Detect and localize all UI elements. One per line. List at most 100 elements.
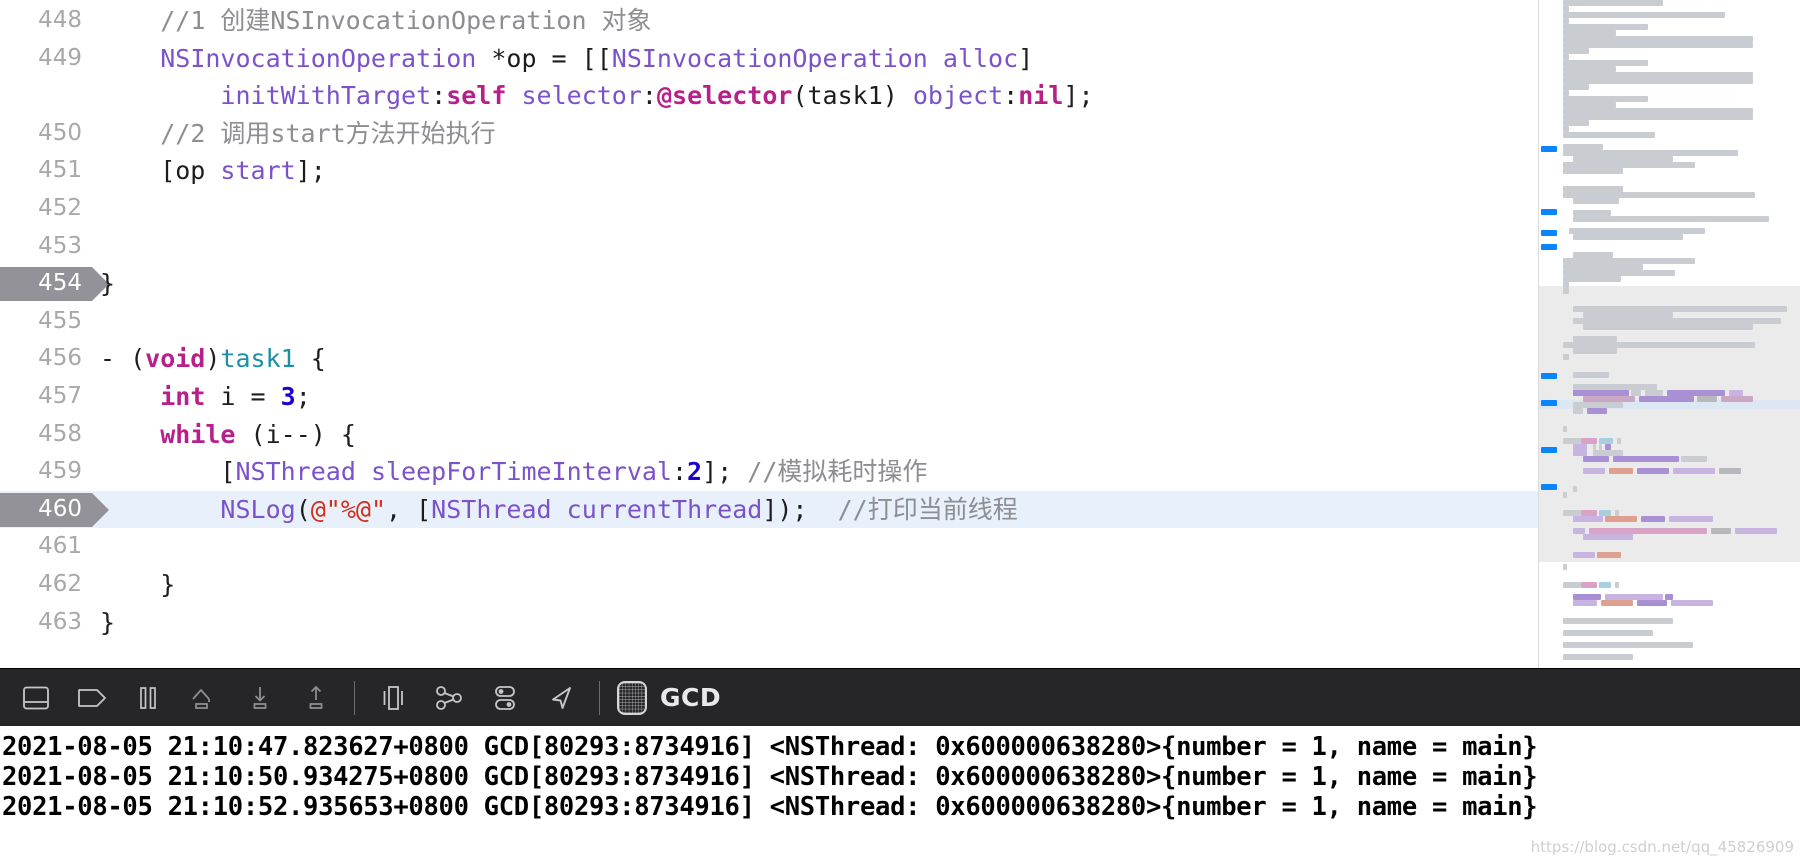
code-line[interactable]: 453 <box>0 228 1538 266</box>
minimap-line-bar <box>1573 234 1683 240</box>
code-token: ]; <box>295 156 326 186</box>
line-number[interactable]: 461 <box>0 528 92 566</box>
line-number[interactable]: 450 <box>0 115 92 153</box>
line-number[interactable]: 463 <box>0 604 92 642</box>
code-token: { <box>295 344 326 374</box>
code-token: (task1) <box>792 81 913 111</box>
source-code-pane[interactable]: 448 //1 创建NSInvocationOperation 对象 449 NS… <box>0 0 1538 668</box>
step-out-icon <box>302 683 330 713</box>
code-token: ]); <box>762 494 838 524</box>
code-token: } <box>100 607 116 637</box>
minimap-line-bar <box>1573 600 1597 606</box>
simulate-location-button[interactable] <box>533 670 589 726</box>
code-line[interactable]: 457 int i = 3; <box>0 378 1538 416</box>
line-number[interactable]: 452 <box>0 190 92 228</box>
code-line[interactable]: 463} <box>0 604 1538 642</box>
editor-minimap[interactable] <box>1538 0 1800 668</box>
code-line[interactable]: 452 <box>0 190 1538 228</box>
minimap-line-bar <box>1721 396 1753 402</box>
code-line[interactable]: 458 while (i--) { <box>0 416 1538 454</box>
breakpoints-toggle-button[interactable] <box>64 670 120 726</box>
code-token: : <box>671 457 688 487</box>
line-number[interactable]: 459 <box>0 453 92 491</box>
minimap-breakpoint-marker[interactable] <box>1541 400 1557 406</box>
line-number[interactable]: 458 <box>0 416 92 454</box>
line-number[interactable]: 456 <box>0 340 92 378</box>
breakpoint-tag-icon <box>75 683 109 713</box>
hide-debug-area-button[interactable] <box>8 670 64 726</box>
code-line[interactable]: 448 //1 创建NSInvocationOperation 对象 <box>0 2 1538 40</box>
minimap-line-bar <box>1587 408 1607 414</box>
code-line[interactable]: 459 [NSThread sleepForTimeInterval:2]; /… <box>0 453 1538 491</box>
minimap-line-bar <box>1563 132 1655 138</box>
code-token: object <box>912 81 1004 111</box>
pause-continue-button[interactable] <box>120 670 176 726</box>
minimap-line-bar <box>1573 348 1617 354</box>
code-token: NSThread <box>235 457 356 487</box>
line-number[interactable] <box>0 77 92 115</box>
minimap-breakpoint-marker[interactable] <box>1541 209 1557 215</box>
code-text: } <box>92 566 175 604</box>
code-line[interactable]: 462 } <box>0 566 1538 604</box>
code-line[interactable]: 451 [op start]; <box>0 152 1538 190</box>
toolbar-separator-1 <box>354 680 355 715</box>
code-token: NSInvocationOperation <box>160 43 477 73</box>
line-number[interactable]: 457 <box>0 378 92 416</box>
code-text: //2 调用start方法开始执行 <box>92 115 496 153</box>
environment-overrides-button[interactable] <box>477 670 533 726</box>
minimap-line-bar <box>1735 528 1777 534</box>
minimap-line-bar <box>1573 372 1609 378</box>
minimap-breakpoint-marker[interactable] <box>1541 484 1557 490</box>
minimap-line-bar <box>1609 468 1633 474</box>
line-number[interactable]: 449 <box>0 40 92 78</box>
code-token: } <box>100 569 176 599</box>
code-token: //2 调用start方法开始执行 <box>160 118 496 148</box>
step-into-button[interactable] <box>232 670 288 726</box>
debug-memory-graph-button[interactable] <box>421 670 477 726</box>
code-text: [op start]; <box>92 152 326 190</box>
scheme-icon[interactable] <box>616 680 648 716</box>
code-line[interactable]: 461 <box>0 528 1538 566</box>
code-line[interactable]: 456- (void)task1 { <box>0 340 1538 378</box>
minimap-breakpoint-marker[interactable] <box>1541 244 1557 250</box>
code-text: while (i--) { <box>92 416 356 454</box>
minimap-breakpoint-marker[interactable] <box>1541 146 1557 152</box>
line-number[interactable]: 460 <box>0 491 92 529</box>
code-token: ]; <box>1063 81 1094 111</box>
code-token: [ <box>100 457 236 487</box>
step-out-button[interactable] <box>288 670 344 726</box>
step-into-icon <box>246 683 274 713</box>
code-line[interactable]: initWithTarget:self selector:@selector(t… <box>0 77 1538 115</box>
code-line[interactable]: 454} <box>0 265 1538 303</box>
line-number[interactable]: 451 <box>0 152 92 190</box>
console-line: 2021-08-05 21:10:50.934275+0800 GCD[8029… <box>2 762 1538 792</box>
console-output-pane[interactable]: 2021-08-05 21:10:47.823627+0800 GCD[8029… <box>0 726 1800 858</box>
scheme-name-label[interactable]: GCD <box>660 683 721 712</box>
code-token: while <box>160 419 236 449</box>
line-number[interactable]: 448 <box>0 2 92 40</box>
panel-bottom-icon <box>21 683 51 713</box>
minimap-line-bar <box>1601 600 1633 606</box>
line-number[interactable]: 453 <box>0 228 92 266</box>
line-number[interactable]: 455 <box>0 303 92 341</box>
code-line[interactable]: 450 //2 调用start方法开始执行 <box>0 115 1538 153</box>
minimap-line-bar <box>1583 456 1609 462</box>
console-line: 2021-08-05 21:10:47.823627+0800 GCD[8029… <box>2 732 1538 762</box>
minimap-breakpoint-marker[interactable] <box>1541 230 1557 236</box>
code-line[interactable]: 460 NSLog(@"%@", [NSThread currentThread… <box>0 490 1538 529</box>
code-line[interactable]: 455 <box>0 303 1538 341</box>
code-line[interactable]: 449 NSInvocationOperation *op = [[NSInvo… <box>0 40 1538 78</box>
debug-view-hierarchy-button[interactable] <box>365 670 421 726</box>
minimap-line-bar <box>1573 486 1577 492</box>
minimap-line-bar <box>1671 600 1713 606</box>
code-token: : <box>641 81 657 111</box>
line-number[interactable]: 462 <box>0 566 92 604</box>
minimap-line-bar <box>1563 114 1753 120</box>
minimap-breakpoint-marker[interactable] <box>1541 373 1557 379</box>
minimap-breakpoint-marker[interactable] <box>1541 447 1557 453</box>
minimap-line-bar <box>1563 642 1693 648</box>
line-number[interactable]: 454 <box>0 265 92 303</box>
step-over-button[interactable] <box>176 670 232 726</box>
